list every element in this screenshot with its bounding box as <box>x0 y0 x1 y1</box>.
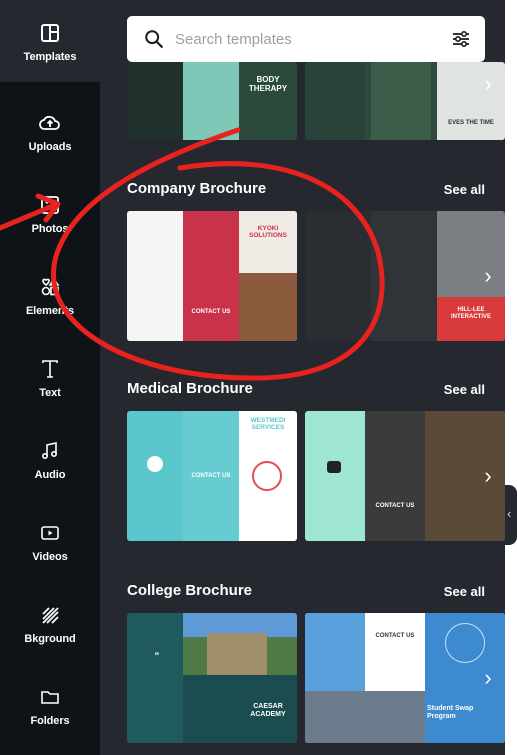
template-title: WESTMEDI SERVICES <box>250 417 286 432</box>
background-icon <box>37 602 63 628</box>
photos-icon <box>37 192 63 218</box>
template-title: KYOKI SOLUTIONS <box>249 225 287 240</box>
see-all-college-brochure[interactable]: See all <box>444 584 485 599</box>
sidebar-item-label: Text <box>39 386 61 399</box>
template-subtitle: CONTACT US <box>191 309 231 315</box>
sidebar-item-videos[interactable]: Videos <box>0 500 100 582</box>
sidebar-item-label: Folders <box>30 714 70 727</box>
template-thumbnail[interactable]: CONTACT US <box>305 411 505 541</box>
search-input[interactable] <box>175 30 449 48</box>
chevron-right-icon[interactable]: › <box>477 658 499 698</box>
template-title: EVES THE TIME <box>448 120 494 126</box>
chevron-right-icon[interactable]: › <box>477 256 499 296</box>
section-title-medical-brochure: Medical Brochure <box>127 380 253 397</box>
template-title: CONTACT US <box>375 503 415 509</box>
chevron-left-icon: ‹ <box>507 506 512 521</box>
template-thumbnail[interactable]: EVES THE TIME <box>305 62 505 140</box>
template-thumbnail[interactable]: KYOKI SOLUTIONS CONTACT US <box>127 211 297 341</box>
audio-icon <box>37 438 63 464</box>
sidebar-item-photos[interactable]: Photos <box>0 172 100 254</box>
text-icon <box>37 356 63 382</box>
sidebar-item-audio[interactable]: Audio <box>0 418 100 500</box>
template-thumbnail[interactable]: WESTMEDI SERVICES CONTACT US <box>127 411 297 541</box>
see-all-company-brochure[interactable]: See all <box>444 182 485 197</box>
sidebar-item-text[interactable]: Text <box>0 336 100 418</box>
template-subtitle: CONTACT US <box>375 633 415 639</box>
template-thumbnail[interactable]: HILL-LEE INTERACTIVE <box>305 211 505 341</box>
sidebar-item-templates[interactable]: Templates <box>0 0 100 82</box>
elements-icon <box>37 274 63 300</box>
template-row-company-brochure: KYOKI SOLUTIONS CONTACT US HILL-LEE INTE… <box>127 211 505 341</box>
templates-icon <box>37 20 63 46</box>
template-title: BODY THERAPY <box>248 75 288 93</box>
sidebar-item-label: Bkground <box>24 632 76 645</box>
videos-icon <box>37 520 63 546</box>
chevron-right-icon[interactable]: › <box>477 64 499 104</box>
template-row-college-brochure: “ CAESAR ACADEMY CONTACT US Student Swap… <box>127 613 505 743</box>
chevron-right-icon[interactable]: › <box>477 456 499 496</box>
template-row-medical-brochure: WESTMEDI SERVICES CONTACT US CONTACT US … <box>127 411 505 541</box>
template-title: HILL-LEE INTERACTIVE <box>450 307 491 320</box>
sidebar-item-uploads[interactable]: Uploads <box>0 90 100 172</box>
sidebar-item-background[interactable]: Bkground <box>0 582 100 664</box>
template-title: Student Swap Program <box>427 705 474 720</box>
template-title: CAESAR ACADEMY <box>250 703 286 718</box>
template-thumbnail[interactable]: BODY THERAPY <box>127 62 297 140</box>
sidebar-item-elements[interactable]: Elements <box>0 254 100 336</box>
section-title-college-brochure: College Brochure <box>127 582 253 599</box>
search-bar <box>127 16 485 62</box>
sidebar-item-label: Templates <box>23 50 77 63</box>
uploads-icon <box>37 110 63 136</box>
sidebar: Templates Uploads Photos Elements Text A… <box>0 0 100 755</box>
sidebar-item-label: Elements <box>25 304 75 317</box>
collapse-panel-handle[interactable]: ‹ <box>505 485 517 545</box>
template-subtitle: CONTACT US <box>191 473 231 479</box>
sidebar-item-label: Videos <box>32 550 68 563</box>
sidebar-item-label: Photos <box>31 222 69 235</box>
template-thumbnail[interactable]: CONTACT US Student Swap Program <box>305 613 505 743</box>
section-title-company-brochure: Company Brochure <box>127 180 267 197</box>
canvas-edge <box>505 0 517 755</box>
see-all-medical-brochure[interactable]: See all <box>444 382 485 397</box>
template-thumbnail[interactable]: “ CAESAR ACADEMY <box>127 613 297 743</box>
template-row-top: BODY THERAPY EVES THE TIME › <box>127 62 505 140</box>
folders-icon <box>37 684 63 710</box>
filter-icon[interactable] <box>449 27 473 51</box>
search-icon <box>145 30 163 48</box>
sidebar-item-folders[interactable]: Folders <box>0 664 100 746</box>
sidebar-item-label: Uploads <box>28 140 72 153</box>
sidebar-item-label: Audio <box>34 468 66 481</box>
